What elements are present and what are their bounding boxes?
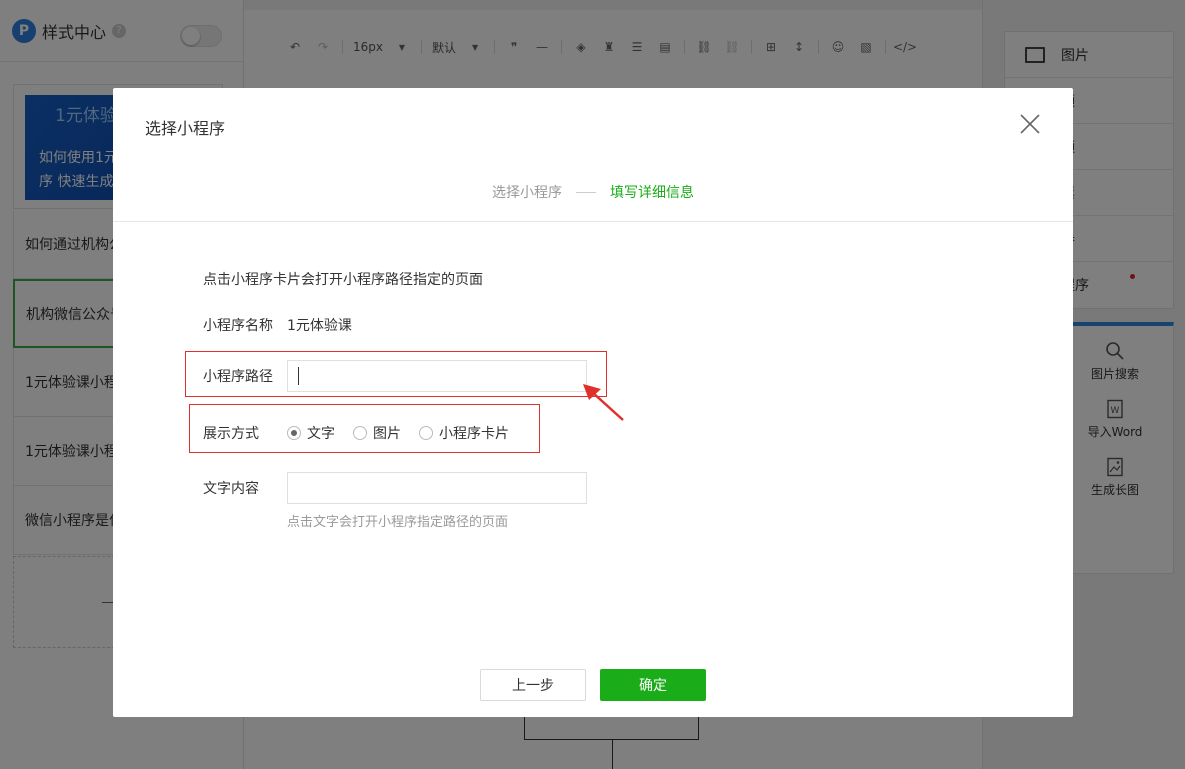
radio-label: 文字 <box>307 426 335 442</box>
radio-label: 小程序卡片 <box>439 426 509 442</box>
radio-unchecked-icon <box>419 426 433 440</box>
dialog-title: 选择小程序 <box>145 119 226 138</box>
miniprogram-path-input[interactable] <box>287 360 587 392</box>
radio-unchecked-icon <box>353 426 367 440</box>
text-content-input[interactable] <box>287 472 587 504</box>
previous-step-button[interactable]: 上一步 <box>480 669 586 701</box>
text-cursor <box>298 367 299 385</box>
dialog-divider <box>113 221 1073 222</box>
step-separator <box>576 191 596 193</box>
step-select-miniprogram: 选择小程序 <box>492 185 562 201</box>
display-mode-card-radio[interactable]: 小程序卡片 <box>419 423 509 443</box>
red-arrow-annotation <box>583 384 624 421</box>
confirm-button[interactable]: 确定 <box>600 669 706 701</box>
miniprogram-path-label: 小程序路径 <box>203 369 273 385</box>
select-miniprogram-dialog: 选择小程序 选择小程序 填写详细信息 点击小程序卡片会打开小程序路径指定的页面 … <box>113 88 1073 717</box>
radio-checked-icon <box>287 426 301 440</box>
step-fill-details: 填写详细信息 <box>610 185 694 201</box>
text-content-hint: 点击文字会打开小程序指定路径的页面 <box>287 515 509 530</box>
close-icon[interactable] <box>1018 112 1042 136</box>
radio-label: 图片 <box>373 426 401 442</box>
step-indicator: 选择小程序 填写详细信息 <box>113 182 1073 202</box>
display-mode-image-radio[interactable]: 图片 <box>353 423 401 443</box>
display-mode-text-radio[interactable]: 文字 <box>287 423 335 443</box>
dialog-description: 点击小程序卡片会打开小程序路径指定的页面 <box>203 272 483 288</box>
display-mode-label: 展示方式 <box>203 426 259 442</box>
miniprogram-name-value: 1元体验课 <box>287 318 352 334</box>
display-mode-radio-group: 文字 图片 小程序卡片 <box>287 423 527 443</box>
miniprogram-name-label: 小程序名称 <box>203 318 273 334</box>
text-content-label: 文字内容 <box>203 481 259 497</box>
